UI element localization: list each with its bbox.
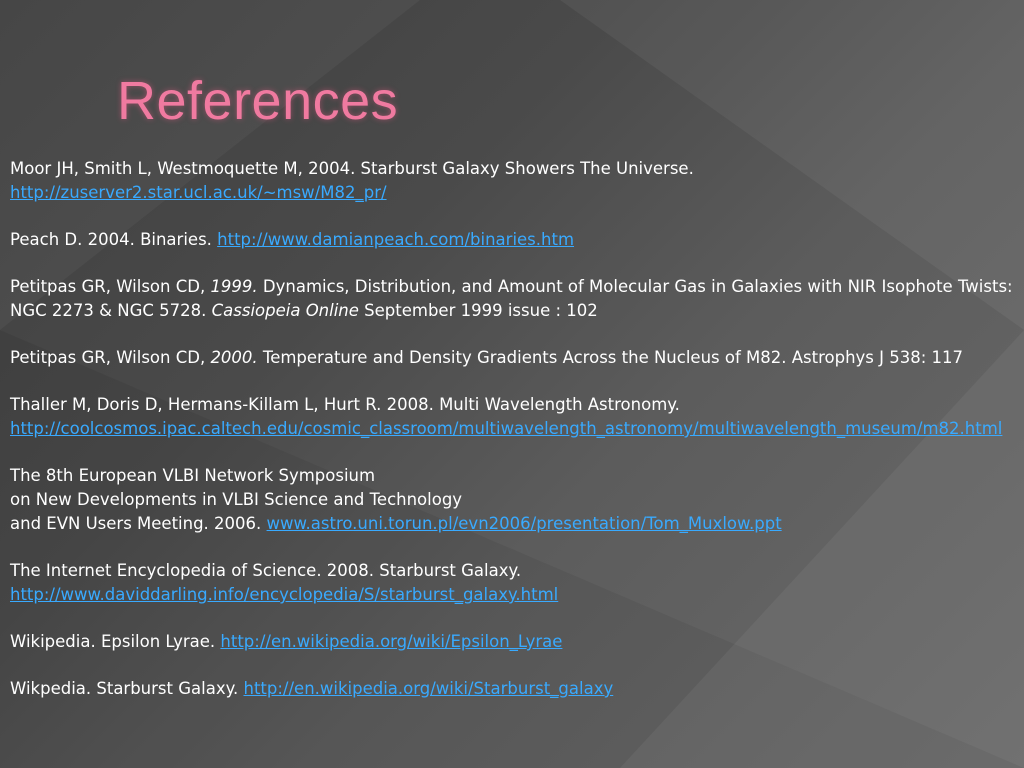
reference-text: Wikipedia. Epsilon Lyrae. <box>10 632 221 651</box>
reference-text-line: and EVN Users Meeting. 2006. <box>10 514 267 533</box>
reference-item: The 8th European VLBI Network Symposium … <box>10 464 1020 536</box>
reference-journal: Cassiopeia Online <box>211 301 359 320</box>
reference-link[interactable]: http://en.wikipedia.org/wiki/Starburst_g… <box>244 679 614 698</box>
reference-issue: September 1999 issue : 102 <box>358 301 598 320</box>
reference-text-line: on New Developments in VLBI Science and … <box>10 490 463 509</box>
reference-year: 2000. <box>210 348 258 367</box>
reference-authors: Petitpas GR, Wilson CD, <box>10 348 211 367</box>
references-list: Moor JH, Smith L, Westmoquette M, 2004. … <box>10 157 1020 724</box>
reference-link[interactable]: http://en.wikipedia.org/wiki/Epsilon_Lyr… <box>220 632 562 651</box>
reference-item: The Internet Encyclopedia of Science. 20… <box>10 559 1020 607</box>
reference-title: Temperature and Density Gradients Across… <box>257 348 964 367</box>
reference-authors: Petitpas GR, Wilson CD, <box>10 277 211 296</box>
reference-text-line: The 8th European VLBI Network Symposium <box>10 466 376 485</box>
reference-text: Moor JH, Smith L, Westmoquette M, 2004. … <box>10 159 694 178</box>
reference-year: 1999. <box>210 277 258 296</box>
reference-link[interactable]: http://www.damianpeach.com/binaries.htm <box>217 230 574 249</box>
reference-link[interactable]: http://coolcosmos.ipac.caltech.edu/cosmi… <box>10 419 1002 438</box>
page-title: References <box>117 71 399 131</box>
reference-item: Wikipedia. Epsilon Lyrae. http://en.wiki… <box>10 630 1020 654</box>
reference-text: Wikpedia. Starburst Galaxy. <box>10 679 244 698</box>
reference-text: Thaller M, Doris D, Hermans-Killam L, Hu… <box>10 395 680 414</box>
reference-link[interactable]: http://www.daviddarling.info/encyclopedi… <box>10 583 1020 607</box>
reference-item: Moor JH, Smith L, Westmoquette M, 2004. … <box>10 157 1020 205</box>
reference-item: Petitpas GR, Wilson CD, 1999. Dynamics, … <box>10 275 1020 323</box>
reference-item: Peach D. 2004. Binaries. http://www.dami… <box>10 228 1020 252</box>
reference-item: Petitpas GR, Wilson CD, 2000. Temperatur… <box>10 346 1020 370</box>
reference-link[interactable]: www.astro.uni.torun.pl/evn2006/presentat… <box>267 514 782 533</box>
reference-text: The Internet Encyclopedia of Science. 20… <box>10 561 522 580</box>
reference-item: Wikpedia. Starburst Galaxy. http://en.wi… <box>10 677 1020 701</box>
reference-item: Thaller M, Doris D, Hermans-Killam L, Hu… <box>10 393 1020 441</box>
reference-link[interactable]: http://zuserver2.star.ucl.ac.uk/~msw/M82… <box>10 181 1020 205</box>
reference-text: Peach D. 2004. Binaries. <box>10 230 218 249</box>
